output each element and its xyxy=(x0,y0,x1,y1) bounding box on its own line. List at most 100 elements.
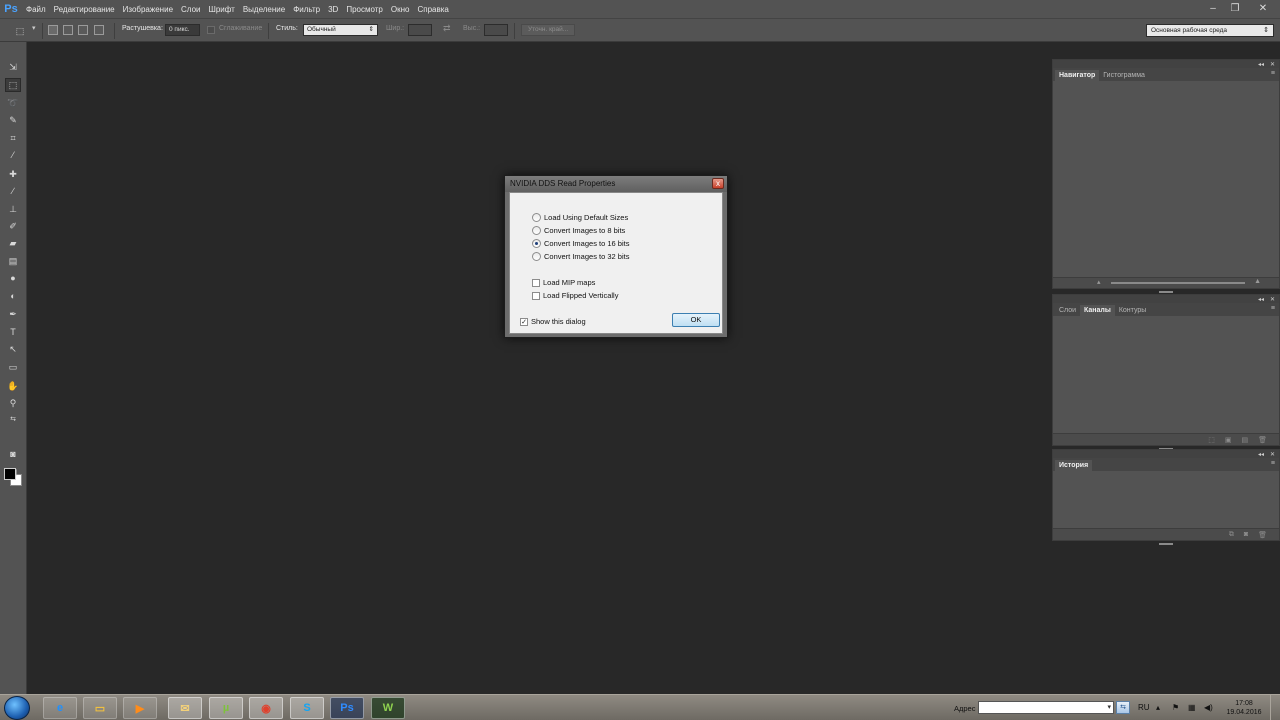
new-document-from-state-icon[interactable]: ⧉ xyxy=(1229,531,1234,539)
radio-32-bits[interactable] xyxy=(532,252,541,261)
app-w-icon[interactable]: W xyxy=(371,697,405,719)
radio-8-bits[interactable] xyxy=(532,226,541,235)
close-button[interactable]: ✕ xyxy=(1246,0,1280,16)
hand-tool-icon[interactable]: ✋ xyxy=(5,379,21,393)
volume-icon[interactable]: ◀) xyxy=(1204,703,1213,712)
option-8-bits[interactable]: Convert Images to 8 bits xyxy=(532,226,625,235)
quick-mask-icon[interactable]: ◙ xyxy=(5,447,21,461)
zoom-in-icon[interactable]: ▲ xyxy=(1254,278,1261,285)
load-flipped[interactable]: Load Flipped Vertically xyxy=(532,291,618,300)
dodge-tool-icon[interactable]: ◐ xyxy=(5,289,21,303)
menu-window[interactable]: Окно xyxy=(387,5,414,14)
radio-default-sizes[interactable] xyxy=(532,213,541,222)
network-icon[interactable]: ▦ xyxy=(1188,703,1196,712)
maximize-button[interactable]: ❐ xyxy=(1224,0,1246,16)
feather-input[interactable]: 0 пикс. xyxy=(165,24,200,36)
menu-filter[interactable]: Фильтр xyxy=(289,5,324,14)
language-indicator[interactable]: RU xyxy=(1138,703,1150,712)
menu-select[interactable]: Выделение xyxy=(239,5,289,14)
menu-edit[interactable]: Редактирование xyxy=(50,5,119,14)
menu-image[interactable]: Изображение xyxy=(119,5,177,14)
close-icon[interactable]: ✕ xyxy=(1270,296,1275,303)
new-channel-icon[interactable]: ▤ xyxy=(1241,436,1248,444)
quick-selection-tool-icon[interactable]: ✎ xyxy=(5,113,21,127)
address-go-button[interactable]: ⇆ xyxy=(1116,701,1130,714)
dialog-titlebar[interactable]: NVIDIA DDS Read Properties x xyxy=(505,176,727,192)
show-dialog[interactable]: ✓ Show this dialog xyxy=(520,317,586,326)
antialias-checkbox[interactable] xyxy=(207,26,215,34)
eraser-tool-icon[interactable]: ▰ xyxy=(5,236,21,250)
swap-colors-icon[interactable]: ⇆ xyxy=(5,412,21,426)
dialog-close-button[interactable]: x xyxy=(712,178,724,189)
menu-layers[interactable]: Слои xyxy=(177,5,204,14)
folder-icon[interactable]: ✉ xyxy=(168,697,202,719)
lasso-tool-icon[interactable]: ➰ xyxy=(5,96,21,110)
foreground-color-swatch[interactable] xyxy=(4,468,16,480)
flipped-checkbox[interactable] xyxy=(532,291,540,300)
chevron-down-icon[interactable]: ▾ xyxy=(1107,703,1111,711)
load-mip-maps[interactable]: Load MIP maps xyxy=(532,278,595,287)
refine-edge-button[interactable]: Уточн. край... xyxy=(521,24,576,36)
move-tool-icon[interactable]: ⇲ xyxy=(5,60,21,74)
rectangle-tool-icon[interactable]: ▭ xyxy=(5,360,21,374)
collapse-icon[interactable]: ◂◂ xyxy=(1258,61,1264,68)
blur-tool-icon[interactable]: ● xyxy=(5,271,21,285)
radio-16-bits[interactable] xyxy=(532,239,541,248)
address-input[interactable]: ▾ xyxy=(978,701,1114,714)
spot-healing-tool-icon[interactable]: ✚ xyxy=(5,167,21,181)
slider-track[interactable] xyxy=(1111,282,1245,284)
intersect-selection-icon[interactable] xyxy=(94,25,104,35)
add-selection-icon[interactable] xyxy=(63,25,73,35)
style-select[interactable]: Обычный ⇕ xyxy=(303,24,378,36)
eyedropper-tool-icon[interactable]: ⁄ xyxy=(5,148,21,162)
resize-grip[interactable] xyxy=(1159,291,1173,293)
menu-help[interactable]: Справка xyxy=(413,5,452,14)
menu-view[interactable]: Просмотр xyxy=(342,5,387,14)
subtract-selection-icon[interactable] xyxy=(78,25,88,35)
show-desktop-button[interactable] xyxy=(1270,695,1280,720)
panel-menu-icon[interactable]: ≡ xyxy=(1271,305,1275,312)
skype-icon[interactable]: S xyxy=(290,697,324,719)
history-brush-tool-icon[interactable]: ✐ xyxy=(5,219,21,233)
explorer-icon[interactable]: ▭ xyxy=(83,697,117,719)
option-16-bits[interactable]: Convert Images to 16 bits xyxy=(532,239,629,248)
load-selection-icon[interactable]: ⬚ xyxy=(1208,436,1215,444)
panel-menu-icon[interactable]: ≡ xyxy=(1271,70,1275,77)
navigator-zoom-slider[interactable]: ▴ ▲ xyxy=(1053,277,1279,288)
collapse-icon[interactable]: ◂◂ xyxy=(1258,296,1264,303)
path-selection-tool-icon[interactable]: ↖ xyxy=(5,342,21,356)
tab-history[interactable]: История xyxy=(1055,460,1093,471)
zoom-out-icon[interactable]: ▴ xyxy=(1097,278,1101,286)
zoom-tool-icon[interactable]: ⚲ xyxy=(5,396,21,410)
ok-button[interactable]: OK xyxy=(672,313,720,327)
trash-icon[interactable]: 🗑 xyxy=(1258,436,1267,444)
option-default-sizes[interactable]: Load Using Default Sizes xyxy=(532,213,628,222)
type-tool-icon[interactable]: T xyxy=(5,325,21,339)
width-input[interactable] xyxy=(408,24,432,36)
menu-type[interactable]: Шрифт xyxy=(204,5,238,14)
snapshot-icon[interactable]: ◙ xyxy=(1244,531,1248,538)
media-player-icon[interactable]: ▶ xyxy=(123,697,157,719)
close-icon[interactable]: ✕ xyxy=(1270,61,1275,68)
swap-icon[interactable]: ⇄ xyxy=(443,23,451,34)
resize-grip[interactable] xyxy=(1159,543,1173,545)
option-32-bits[interactable]: Convert Images to 32 bits xyxy=(532,252,629,261)
tray-expand-icon[interactable]: ▴ xyxy=(1156,703,1160,712)
tab-navigator[interactable]: Навигатор xyxy=(1055,70,1100,81)
ie-icon[interactable]: e xyxy=(43,697,77,719)
tab-channels[interactable]: Каналы xyxy=(1080,305,1115,316)
pen-tool-icon[interactable]: ✒ xyxy=(5,307,21,321)
show-dialog-checkbox[interactable]: ✓ xyxy=(520,317,528,326)
mip-maps-checkbox[interactable] xyxy=(532,278,540,287)
panel-menu-icon[interactable]: ≡ xyxy=(1271,460,1275,467)
flag-icon[interactable]: ⚑ xyxy=(1172,703,1179,712)
chevron-down-icon[interactable]: ▾ xyxy=(32,24,36,32)
tab-paths[interactable]: Контуры xyxy=(1115,305,1150,316)
tab-histogram[interactable]: Гистограмма xyxy=(1099,70,1149,81)
start-button[interactable] xyxy=(4,696,30,720)
close-icon[interactable]: ✕ xyxy=(1270,451,1275,458)
crop-tool-icon[interactable]: ⌗ xyxy=(5,131,21,145)
gradient-tool-icon[interactable]: ▤ xyxy=(5,254,21,268)
photoshop-icon[interactable]: Ps xyxy=(330,697,364,719)
utorrent-icon[interactable]: µ xyxy=(209,697,243,719)
